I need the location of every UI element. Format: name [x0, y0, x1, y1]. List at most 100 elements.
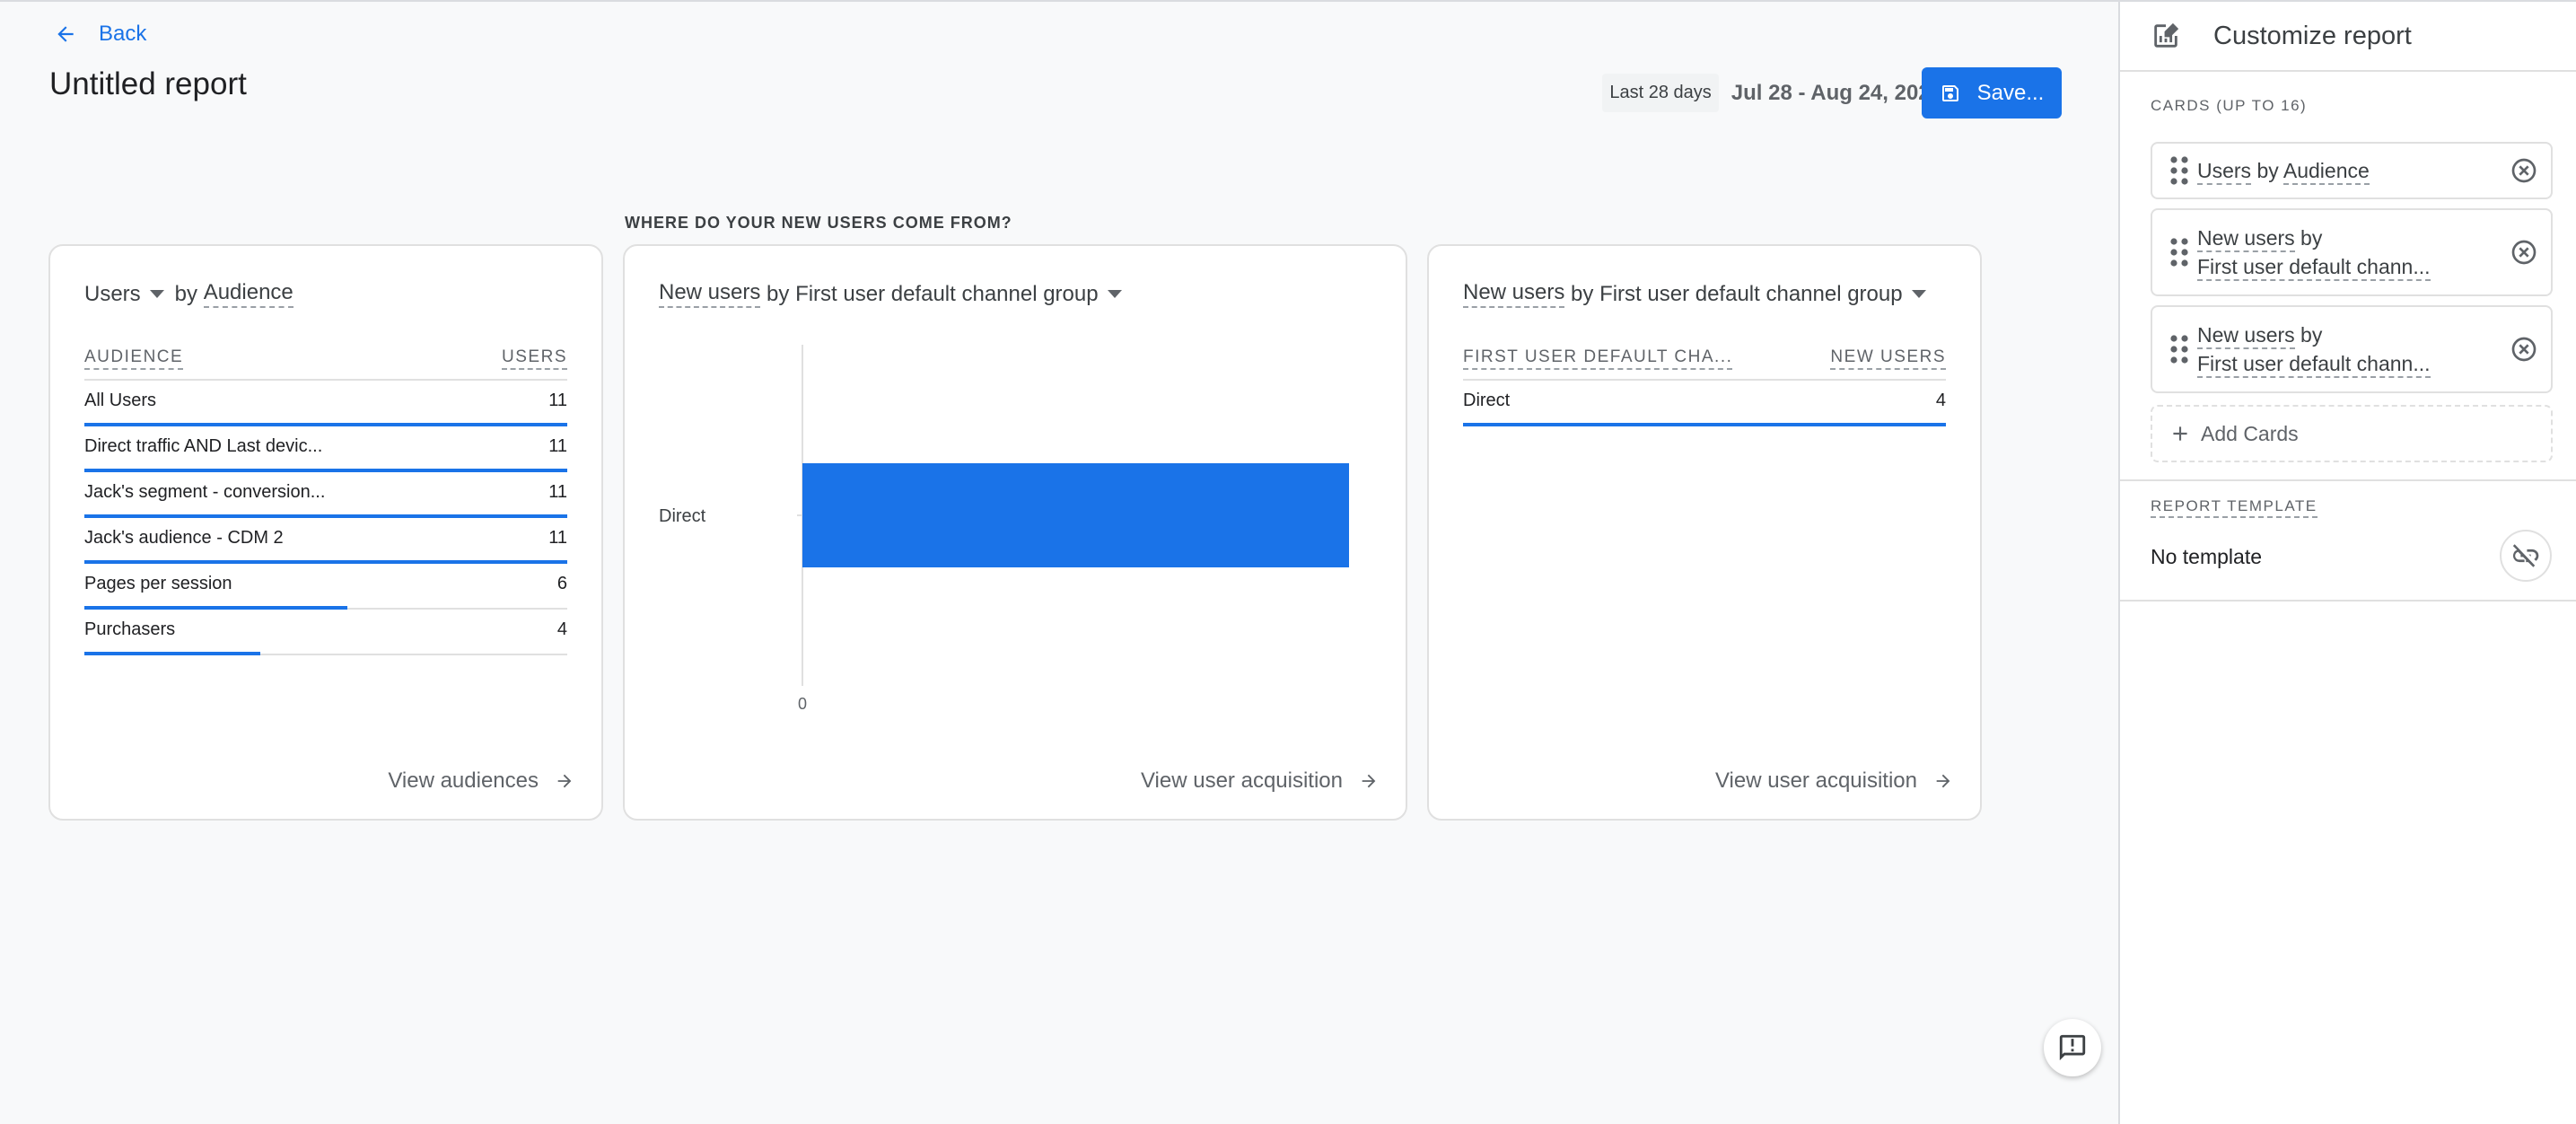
report-card-item[interactable]: Users by Audience — [2151, 142, 2553, 199]
date-preset-chip: Last 28 days — [1602, 74, 1719, 112]
cards-section-label: CARDS (UP TO 16) — [2151, 97, 2308, 114]
table-row[interactable]: All Users 11 — [84, 381, 567, 426]
table-row[interactable]: Jack's segment - conversion... 11 — [84, 472, 567, 518]
card-title: New users by First user default channel … — [1463, 280, 1937, 308]
card-item-metric: New users — [2197, 323, 2295, 349]
card-item-by: by — [2294, 226, 2323, 250]
row-label: Jack's segment - conversion... — [84, 482, 326, 502]
card-item-metric: Users — [2197, 159, 2252, 185]
table-row[interactable]: Direct traffic AND Last devic... 11 — [84, 426, 567, 472]
row-label: Purchasers — [84, 619, 176, 639]
col-header-metric[interactable]: USERS — [502, 347, 567, 370]
by-label: by — [174, 281, 198, 306]
metric-selector[interactable]: Users — [84, 282, 141, 307]
value-bar — [1463, 423, 1946, 426]
table-row[interactable]: Jack's audience - CDM 2 11 — [84, 518, 567, 564]
report-main: Back Untitled report Last 28 days Jul 28… — [0, 2, 2118, 1124]
drag-handle-icon[interactable] — [2170, 335, 2188, 364]
acquisition-table-card: New users by First user default channel … — [1427, 244, 1982, 821]
view-user-acquisition-link[interactable]: View user acquisition — [1715, 768, 1953, 794]
back-label: Back — [99, 22, 147, 46]
save-button[interactable]: Save... — [1922, 67, 2062, 119]
table-row[interactable]: Purchasers 4 — [84, 610, 567, 655]
row-label: Jack's audience - CDM 2 — [84, 528, 284, 548]
row-value: 6 — [556, 574, 567, 593]
audience-card: Users by Audience AUDIENCE USERS All Use… — [48, 244, 603, 821]
date-range-text: Jul 28 - Aug 24, 2023 — [1730, 80, 1942, 105]
panel-header: Customize report — [2120, 2, 2576, 72]
row-label: All Users — [84, 391, 157, 410]
report-card-item[interactable]: New users by First user default chann... — [2151, 208, 2553, 296]
panel-divider — [2120, 600, 2576, 602]
row-value: 4 — [556, 619, 567, 639]
dimension-label[interactable]: by First user default channel group — [1571, 282, 1903, 307]
arrow-right-icon — [1936, 774, 1950, 788]
report-card-item[interactable]: New users by First user default chann... — [2151, 305, 2553, 393]
view-audiences-link[interactable]: View audiences — [388, 768, 574, 794]
plus-icon — [2173, 426, 2187, 441]
card-item-dimension: First user default chann... — [2197, 352, 2431, 378]
col-header-dimension[interactable]: AUDIENCE — [84, 347, 184, 370]
report-template-label[interactable]: REPORT TEMPLATE — [2151, 497, 2318, 518]
arrow-right-icon — [1362, 774, 1376, 788]
card-item-text: New users by First user default chann... — [2197, 224, 2510, 281]
caret-down-icon[interactable] — [1911, 290, 1926, 298]
feedback-button[interactable] — [2044, 1019, 2101, 1076]
row-label: Direct — [1463, 391, 1511, 410]
add-cards-button[interactable]: Add Cards — [2151, 405, 2553, 462]
card-item-metric: New users — [2197, 226, 2295, 252]
table-header: FIRST USER DEFAULT CHA... NEW USERS — [1463, 345, 1946, 381]
row-value: 11 — [548, 436, 567, 456]
table-header: AUDIENCE USERS — [84, 345, 567, 381]
x-tick-label: 0 — [798, 695, 807, 713]
row-value: 11 — [548, 482, 567, 502]
row-value: 4 — [1935, 391, 1946, 410]
panel-divider — [2120, 479, 2576, 481]
metric-label[interactable]: New users — [659, 280, 761, 308]
card-item-text: Users by Audience — [2197, 156, 2510, 185]
floppy-disk-icon — [1941, 84, 1958, 101]
table-row[interactable]: Pages per session 6 — [84, 564, 567, 610]
table-row[interactable]: Direct 4 — [1463, 381, 1946, 426]
close-circle-icon[interactable] — [2510, 335, 2538, 364]
save-label: Save... — [1976, 80, 2045, 105]
page-title: Untitled report — [49, 66, 247, 101]
edit-report-icon — [2154, 22, 2179, 48]
close-circle-icon[interactable] — [2510, 156, 2538, 185]
metric-label[interactable]: New users — [1463, 280, 1565, 308]
view-user-acquisition-link[interactable]: View user acquisition — [1141, 768, 1379, 794]
date-range-picker[interactable]: Last 28 days Jul 28 - Aug 24, 2023 — [1602, 74, 1942, 112]
col-header-metric[interactable]: NEW USERS — [1830, 347, 1946, 370]
caret-down-icon[interactable] — [149, 290, 164, 298]
section-label: WHERE DO YOUR NEW USERS COME FROM? — [625, 214, 1012, 232]
acquisition-chart-card: Direct 0 New users by First user default … — [623, 244, 1407, 821]
card-item-text: New users by First user default chann... — [2197, 321, 2510, 378]
card-item-by: by — [2294, 323, 2323, 347]
y-tick-label: Direct — [659, 506, 706, 526]
value-bar — [84, 652, 260, 655]
bar-chart: Direct 0 — [659, 345, 1349, 713]
panel-title: Customize report — [2213, 21, 2412, 50]
caret-down-icon[interactable] — [1107, 290, 1122, 298]
close-circle-icon[interactable] — [2510, 238, 2538, 267]
report-template-value: No template — [2151, 545, 2263, 568]
bar-direct[interactable] — [802, 463, 1349, 567]
acquisition-table: FIRST USER DEFAULT CHA... NEW USERS Dire… — [1463, 345, 1946, 426]
row-value: 11 — [548, 391, 567, 410]
dimension-label[interactable]: by First user default channel group — [767, 282, 1099, 307]
link-off-icon — [2512, 544, 2539, 567]
card-item-dimension: Audience — [2282, 159, 2370, 185]
col-header-dimension[interactable]: FIRST USER DEFAULT CHA... — [1463, 347, 1733, 370]
link-label: View audiences — [388, 768, 539, 793]
arrow-left-icon — [57, 26, 74, 42]
dimension-label[interactable]: Audience — [203, 280, 294, 308]
card-item-dimension: First user default chann... — [2197, 255, 2431, 281]
drag-handle-icon[interactable] — [2170, 238, 2188, 267]
row-label: Direct traffic AND Last devic... — [84, 436, 323, 456]
unlink-template-button[interactable] — [2500, 530, 2552, 582]
card-item-by: by — [2251, 159, 2283, 182]
drag-handle-icon[interactable] — [2170, 156, 2188, 185]
audience-table: AUDIENCE USERS All Users 11 Direct traffic… — [84, 345, 567, 655]
back-link[interactable]: Back — [54, 22, 146, 47]
link-label: View user acquisition — [1714, 768, 1917, 793]
